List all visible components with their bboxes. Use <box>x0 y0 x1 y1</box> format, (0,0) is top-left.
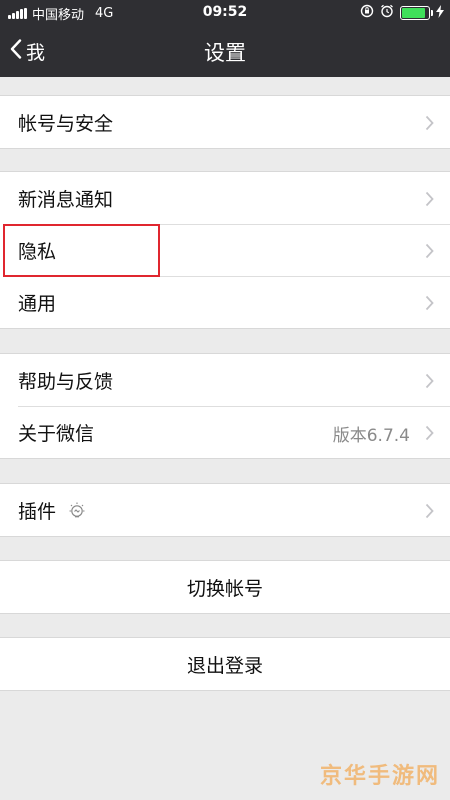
settings-item-label: 新消息通知 <box>18 188 114 211</box>
plugin-bulb-icon <box>68 501 86 519</box>
status-right <box>360 4 444 22</box>
switch-account-button[interactable]: 切换帐号 <box>0 561 450 613</box>
battery-icon <box>400 6 433 20</box>
settings-item-label: 通用 <box>18 292 57 315</box>
logout-button[interactable]: 退出登录 <box>0 638 450 690</box>
chevron-right-icon <box>425 372 434 394</box>
settings-item-label: 隐私 <box>18 240 57 263</box>
chevron-right-icon <box>425 294 434 316</box>
settings-item-general[interactable]: 通用 <box>0 276 450 328</box>
settings-item-label: 帐号与安全 <box>18 112 114 135</box>
chevron-right-icon <box>425 242 434 264</box>
settings-group-plugins: 插件 <box>0 483 450 537</box>
settings-item-label: 关于微信 <box>18 422 95 445</box>
settings-item-plugins[interactable]: 插件 <box>0 484 450 536</box>
settings-item-label: 插件 <box>18 500 57 523</box>
chevron-right-icon <box>425 114 434 136</box>
settings-item-account-security[interactable]: 帐号与安全 <box>0 96 450 148</box>
page-title: 设置 <box>204 41 246 65</box>
rotation-lock-icon <box>360 4 374 22</box>
nav-bar: 我 设置 <box>0 24 450 77</box>
settings-item-about[interactable]: 关于微信 版本6.7.4 <box>0 406 450 458</box>
settings-group-help: 帮助与反馈 关于微信 版本6.7.4 <box>0 353 450 459</box>
version-value: 版本6.7.4 <box>332 426 410 446</box>
settings-group-account: 帐号与安全 <box>0 95 450 149</box>
settings-item-privacy[interactable]: 隐私 <box>0 224 450 276</box>
chevron-right-icon <box>425 190 434 212</box>
chevron-right-icon <box>425 424 434 446</box>
settings-item-help-feedback[interactable]: 帮助与反馈 <box>0 354 450 406</box>
switch-account-group: 切换帐号 <box>0 560 450 614</box>
status-bar: 中国移动 4G 09:52 <box>0 0 450 24</box>
switch-account-label: 切换帐号 <box>186 577 263 600</box>
logout-label: 退出登录 <box>186 654 263 677</box>
settings-item-notifications[interactable]: 新消息通知 <box>0 172 450 224</box>
logout-group: 退出登录 <box>0 637 450 691</box>
alarm-icon <box>380 4 394 22</box>
watermark-text: 京华手游网 <box>319 764 440 789</box>
settings-item-label: 帮助与反馈 <box>18 370 114 393</box>
settings-group-general: 新消息通知 隐私 通用 <box>0 171 450 329</box>
chevron-right-icon <box>425 502 434 524</box>
battery-fill <box>402 8 426 18</box>
charging-icon <box>436 4 444 22</box>
